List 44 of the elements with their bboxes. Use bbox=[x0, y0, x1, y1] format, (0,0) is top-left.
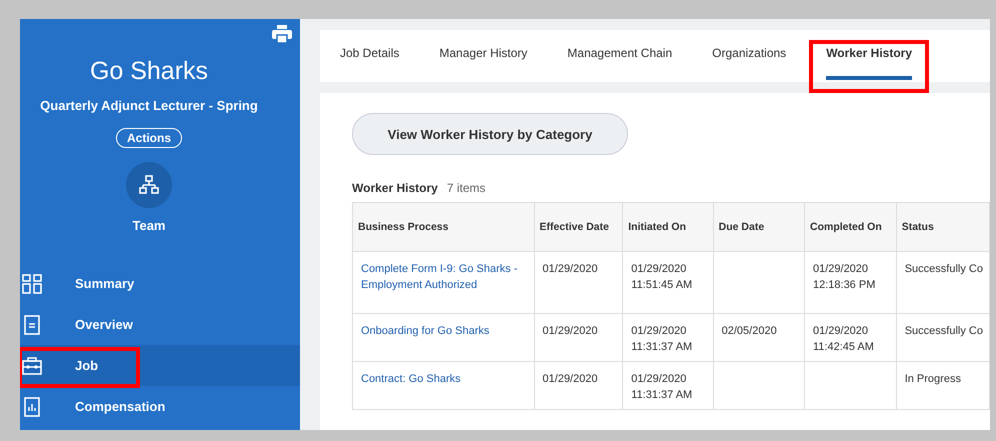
table-cell: Successfully Co bbox=[896, 252, 990, 314]
table-cell: In Progress bbox=[896, 362, 990, 410]
process-link[interactable]: Complete Form I-9: Go Sharks - Employment Authorized bbox=[352, 252, 534, 314]
table-cell: Successfully Co bbox=[896, 314, 990, 362]
column-header: Effective Date bbox=[534, 202, 623, 252]
table-cell: 01/29/2020 11:31:37 AM bbox=[622, 314, 714, 362]
tab[interactable]: Worker History bbox=[806, 30, 932, 82]
column-header: Business Process bbox=[352, 202, 534, 252]
table-cell: 01/29/2020 bbox=[534, 314, 623, 362]
tab[interactable]: Manager History bbox=[419, 30, 548, 82]
process-link[interactable]: Onboarding for Go Sharks bbox=[352, 314, 534, 362]
column-header: Completed On bbox=[804, 202, 896, 252]
job-title: Quarterly Adjunct Lecturer - Spring bbox=[39, 98, 259, 113]
table-cell: 01/29/2020 bbox=[534, 252, 623, 314]
process-link[interactable]: Contract: Go Sharks bbox=[352, 362, 534, 410]
briefcase-icon bbox=[22, 356, 42, 376]
tab[interactable]: Management Chain bbox=[547, 30, 692, 82]
column-header: Initiated On bbox=[622, 202, 714, 252]
column-header: Status bbox=[896, 202, 990, 252]
team-button[interactable] bbox=[126, 162, 172, 208]
table-title: Worker History bbox=[352, 181, 438, 195]
sidebar-item[interactable]: Compensation bbox=[20, 386, 300, 427]
actions-button[interactable]: Actions bbox=[116, 128, 182, 148]
grid-icon bbox=[22, 274, 42, 294]
org-chart-icon bbox=[138, 174, 160, 196]
table-cell: 01/29/2020 bbox=[534, 362, 623, 410]
team-label: Team bbox=[132, 218, 166, 233]
print-icon[interactable] bbox=[272, 25, 292, 43]
table-cell: 01/29/2020 12:18:36 PM bbox=[804, 252, 896, 314]
table-cell: 01/29/2020 11:31:37 AM bbox=[622, 362, 714, 410]
table-cell: 01/29/2020 11:42:45 AM bbox=[804, 314, 896, 362]
table-cell: 02/05/2020 bbox=[713, 314, 804, 362]
table-cell: 01/29/2020 11:51:45 AM bbox=[622, 252, 714, 314]
bar-chart-icon bbox=[22, 396, 42, 416]
item-count: 7 items bbox=[446, 181, 486, 195]
sidebar-item[interactable]: Summary bbox=[20, 263, 300, 304]
tab[interactable]: Organizations bbox=[692, 30, 806, 82]
document-icon bbox=[22, 314, 42, 334]
sidebar-item[interactable]: Overview bbox=[20, 304, 300, 345]
sidebar-item[interactable]: Job bbox=[20, 345, 300, 386]
column-header: Due Date bbox=[713, 202, 804, 252]
category-button[interactable]: View Worker History by Category bbox=[352, 113, 628, 155]
worker-name: Go Sharks bbox=[88, 57, 210, 86]
tab[interactable]: Job Details bbox=[340, 30, 420, 82]
